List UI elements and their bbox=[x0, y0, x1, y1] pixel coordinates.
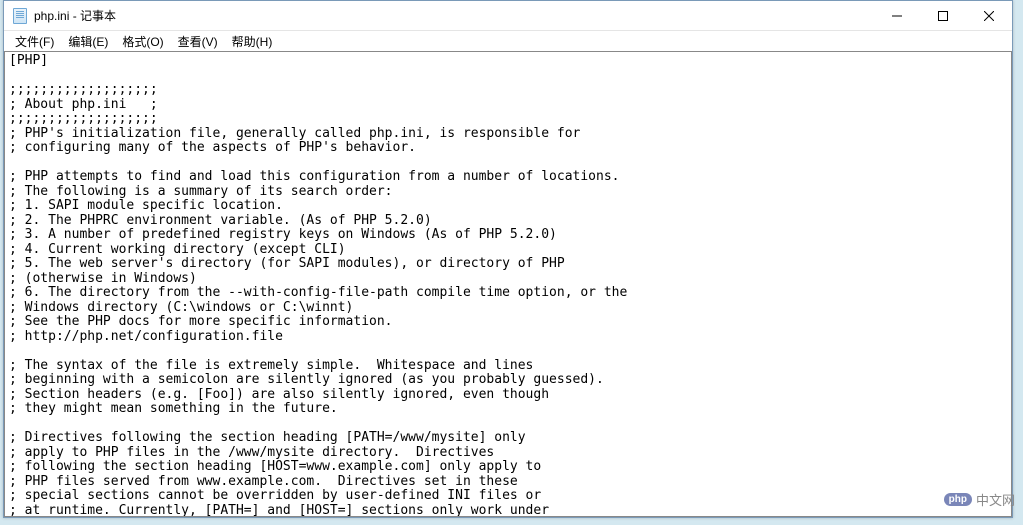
maximize-icon bbox=[938, 11, 948, 21]
minimize-button[interactable] bbox=[874, 1, 920, 30]
text-editor[interactable]: [PHP] ;;;;;;;;;;;;;;;;;;; ; About php.in… bbox=[5, 52, 1011, 516]
close-icon bbox=[984, 11, 994, 21]
close-button[interactable] bbox=[966, 1, 1012, 30]
menu-view[interactable]: 查看(V) bbox=[171, 32, 225, 51]
menu-edit[interactable]: 编辑(E) bbox=[61, 32, 115, 51]
titlebar[interactable]: php.ini - 记事本 bbox=[4, 1, 1012, 31]
menubar: 文件(F) 编辑(E) 格式(O) 查看(V) 帮助(H) bbox=[4, 31, 1012, 51]
menu-format[interactable]: 格式(O) bbox=[115, 32, 170, 51]
maximize-button[interactable] bbox=[920, 1, 966, 30]
notepad-icon bbox=[13, 8, 27, 24]
window-title: php.ini - 记事本 bbox=[34, 7, 874, 24]
content-area: [PHP] ;;;;;;;;;;;;;;;;;;; ; About php.in… bbox=[4, 51, 1012, 517]
app-icon bbox=[12, 8, 28, 24]
menu-help[interactable]: 帮助(H) bbox=[225, 32, 280, 51]
minimize-icon bbox=[892, 11, 902, 21]
window-controls bbox=[874, 1, 1012, 30]
menu-file[interactable]: 文件(F) bbox=[8, 32, 61, 51]
notepad-window: php.ini - 记事本 文件(F) 编辑(E) 格式(O) 查看(V) 帮助… bbox=[3, 0, 1013, 518]
